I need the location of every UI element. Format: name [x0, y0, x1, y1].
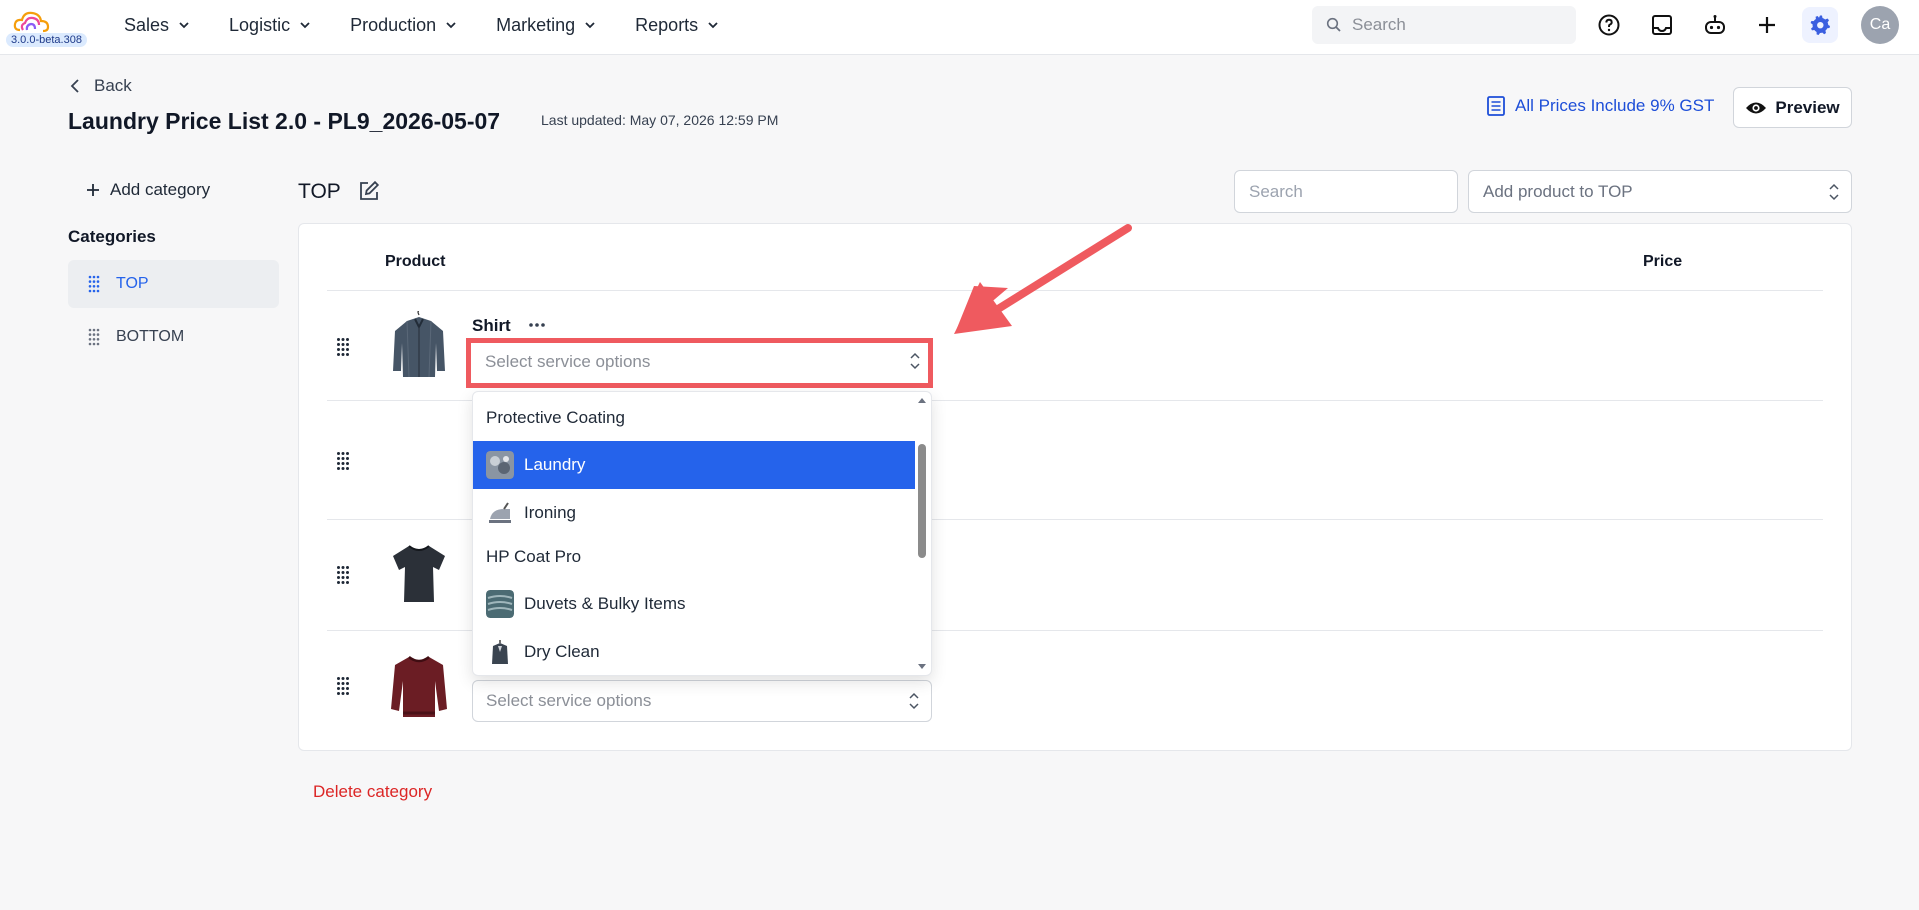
- chevron-down-icon: [708, 22, 718, 29]
- nav-logistic[interactable]: Logistic: [229, 15, 310, 36]
- product-name: Shirt: [472, 316, 511, 335]
- service-options-dropdown: Protective Coating Laundry Ironing HP Co…: [472, 391, 932, 676]
- laundry-icon: [486, 451, 514, 479]
- dropdown-option-ironing[interactable]: Ironing: [473, 489, 915, 537]
- category-item-bottom[interactable]: BOTTOM: [68, 313, 279, 361]
- nav-label: Logistic: [229, 14, 291, 35]
- nav-label: Marketing: [496, 14, 576, 35]
- main-menu: Sales Logistic Production Marketing Repo…: [124, 0, 758, 50]
- nav-production[interactable]: Production: [350, 15, 456, 36]
- settings-button[interactable]: [1802, 7, 1838, 43]
- nav-sales[interactable]: Sales: [124, 15, 189, 36]
- nav-label: Sales: [124, 14, 170, 35]
- last-updated-text: Last updated: May 07, 2026 12:59 PM: [541, 112, 779, 128]
- preview-button[interactable]: Preview: [1733, 87, 1852, 128]
- option-label: Protective Coating: [486, 408, 625, 427]
- help-icon: [1598, 14, 1620, 36]
- back-label: Back: [94, 76, 132, 95]
- nav-label: Production: [350, 14, 437, 35]
- tshirt-icon: [393, 545, 445, 602]
- chevron-left-icon: [70, 79, 79, 93]
- add-category-label: Add category: [110, 180, 211, 199]
- annotation-arrow: [954, 224, 1132, 334]
- chevron-down-icon: [300, 22, 310, 29]
- plus-icon: [87, 184, 99, 196]
- global-search-input[interactable]: [1352, 15, 1552, 35]
- chevron-down-icon: [585, 22, 595, 29]
- global-search[interactable]: [1312, 6, 1576, 44]
- preview-label: Preview: [1775, 97, 1840, 117]
- back-link[interactable]: Back: [70, 76, 132, 96]
- drag-handle-icon[interactable]: [336, 565, 350, 585]
- annotation-highlight-box: [466, 338, 933, 388]
- add-category-button[interactable]: Add category: [86, 180, 210, 200]
- select-placeholder: Select service options: [486, 691, 652, 710]
- chevron-down-icon: [179, 22, 189, 29]
- drag-handle-icon[interactable]: [336, 337, 350, 357]
- top-navbar: 3.0.0-beta.308 Sales Logistic Production…: [0, 0, 1919, 55]
- option-label: Laundry: [524, 455, 586, 474]
- cloud-logo-icon[interactable]: [12, 8, 52, 36]
- nav-marketing[interactable]: Marketing: [496, 15, 595, 36]
- inbox-button[interactable]: [1649, 12, 1675, 38]
- inbox-icon: [1652, 15, 1672, 35]
- option-label: Dry Clean: [524, 642, 600, 661]
- add-product-placeholder: Add product to TOP: [1483, 181, 1633, 201]
- nav-label: Reports: [635, 14, 699, 35]
- user-avatar[interactable]: Ca: [1861, 6, 1899, 44]
- dropdown-group-label: HP Coat Pro: [473, 537, 915, 577]
- sweater-icon: [391, 655, 447, 717]
- dry-clean-icon: [492, 640, 508, 664]
- delete-category-button[interactable]: Delete category: [313, 782, 432, 802]
- drag-handle-icon[interactable]: [336, 451, 350, 471]
- more-options-icon[interactable]: [528, 318, 546, 332]
- drag-handle-icon[interactable]: [336, 676, 350, 696]
- category-label: BOTTOM: [116, 328, 185, 345]
- help-button[interactable]: [1596, 12, 1622, 38]
- service-options-select[interactable]: Select service options: [472, 680, 932, 722]
- dropdown-option-laundry[interactable]: Laundry: [473, 441, 915, 489]
- dropdown-group-label: Protective Coating: [473, 398, 915, 438]
- robot-icon: [1705, 15, 1725, 34]
- dropdown-scrollbar-thumb[interactable]: [918, 444, 926, 558]
- column-header-price: Price: [1643, 253, 1683, 270]
- gear-icon: [1810, 15, 1830, 35]
- category-title: TOP: [298, 180, 341, 203]
- product-search-input[interactable]: [1234, 170, 1458, 213]
- dropdown-option-duvets[interactable]: Duvets & Bulky Items: [473, 580, 915, 628]
- option-label: HP Coat Pro: [486, 547, 582, 566]
- updown-chevron-icon: [909, 692, 919, 710]
- nav-reports[interactable]: Reports: [635, 15, 718, 36]
- column-header-product: Product: [385, 253, 446, 270]
- plus-icon: [1759, 17, 1775, 33]
- categories-heading: Categories: [68, 227, 156, 246]
- dropdown-option-dry-clean[interactable]: Dry Clean: [473, 628, 915, 675]
- shirt-icon: [393, 311, 445, 378]
- edit-icon[interactable]: [358, 180, 380, 202]
- list-icon: [1487, 96, 1505, 116]
- version-badge: 3.0.0-beta.308: [6, 33, 87, 47]
- category-item-top[interactable]: TOP: [68, 260, 279, 308]
- drag-handle-icon[interactable]: [88, 275, 100, 293]
- page-title: Laundry Price List 2.0 - PL9_2026-05-07: [68, 108, 501, 134]
- iron-icon: [489, 502, 511, 523]
- gst-label: All Prices Include 9% GST: [1515, 96, 1715, 115]
- assistant-button[interactable]: [1702, 12, 1728, 38]
- search-icon: [1326, 17, 1341, 32]
- eye-icon: [1746, 102, 1767, 113]
- category-label: TOP: [116, 275, 149, 292]
- updown-chevron-icon: [1829, 183, 1839, 201]
- create-button[interactable]: [1754, 12, 1780, 38]
- add-product-select[interactable]: Add product to TOP: [1468, 170, 1852, 213]
- option-label: Duvets & Bulky Items: [524, 594, 686, 613]
- chevron-down-icon: [446, 22, 456, 29]
- drag-handle-icon[interactable]: [88, 328, 100, 346]
- option-label: Ironing: [524, 503, 576, 522]
- duvet-icon: [486, 590, 514, 618]
- gst-info-link[interactable]: All Prices Include 9% GST: [1487, 96, 1714, 116]
